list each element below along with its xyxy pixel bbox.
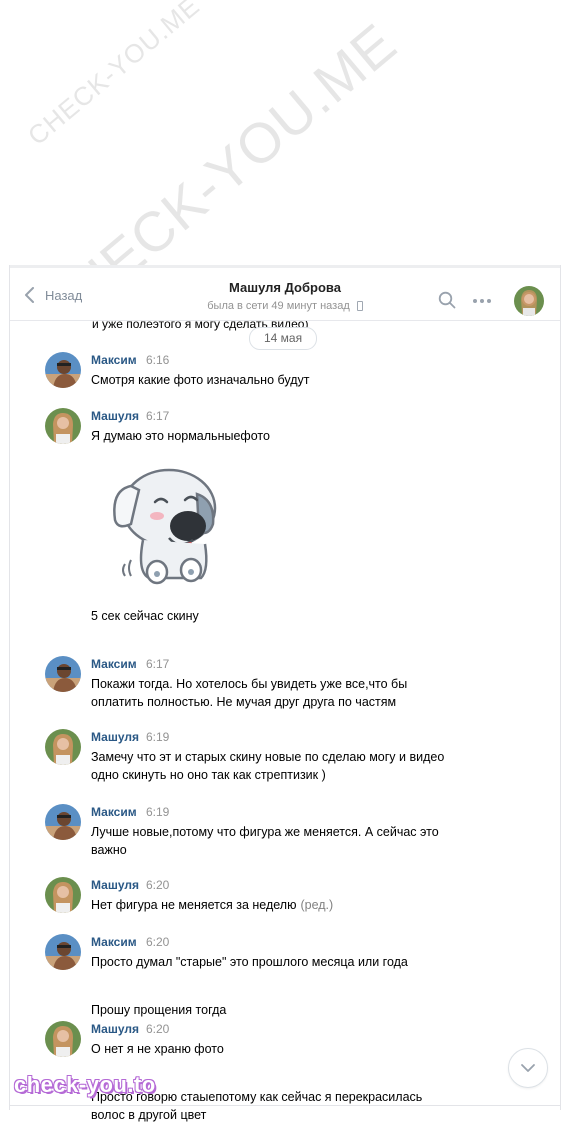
online-status-text: была в сети 49 минут назад [207, 300, 350, 312]
message-text: Просто думал "старые" это прошлого месяц… [91, 953, 491, 971]
message-time[interactable]: 6:20 [146, 935, 169, 949]
message-line: Смотря какие фото изначально будут [91, 373, 310, 387]
chevron-down-icon [521, 1064, 535, 1072]
message-time[interactable]: 6:20 [146, 878, 169, 892]
sender-avatar[interactable] [45, 877, 81, 913]
chat-header: Назад Машуля Доброва была в сети 49 мину… [10, 272, 560, 321]
edited-label[interactable]: (ред.) [300, 898, 333, 912]
message-text: Я думаю это нормальныефото [91, 427, 491, 445]
online-status: была в сети 49 минут назад [207, 300, 363, 312]
message-time[interactable]: 6:17 [146, 657, 169, 671]
message-text: волос в другой цвет [91, 1108, 207, 1122]
message-line: Я думаю это нормальныефото [91, 429, 270, 443]
message-time[interactable]: 6:19 [146, 730, 169, 744]
sender-name[interactable]: Машуля [91, 409, 139, 423]
sender-avatar[interactable] [45, 729, 81, 765]
message-line: Нет фигура не меняется за неделю (ред.) [91, 896, 491, 914]
message-line: Просто думал "старые" это прошлого месяц… [91, 955, 408, 969]
sender-name[interactable]: Максим [91, 805, 137, 819]
message-time[interactable]: 6:16 [146, 353, 169, 367]
message-text: Покажи тогда. Но хотелось бы увидеть уже… [91, 675, 491, 711]
message-text: Нет фигура не меняется за неделю (ред.) [91, 896, 491, 914]
message-line: Покажи тогда. Но хотелось бы увидеть уже… [91, 677, 408, 691]
panel-top-edge [10, 265, 560, 268]
sender-name[interactable]: Максим [91, 353, 137, 367]
message-line: Замечу что эт и старых скину новые по сд… [91, 750, 445, 764]
more-options-icon[interactable] [473, 299, 491, 303]
sender-avatar[interactable] [45, 352, 81, 388]
scroll-down-button[interactable] [508, 1048, 548, 1088]
contact-avatar[interactable] [514, 286, 544, 316]
chat-title[interactable]: Машуля Доброва [10, 280, 560, 295]
watermark-logo: check-you.to [14, 1072, 156, 1097]
message-line: важно [91, 843, 127, 857]
mobile-phone-icon [356, 301, 363, 311]
message-time[interactable]: 6:20 [146, 1022, 169, 1036]
watermark-small: CHECK-YOU.ME [22, 0, 206, 151]
message-text: О нет я не храню фото [91, 1040, 491, 1058]
sender-avatar[interactable] [45, 656, 81, 692]
chat-title-block: Машуля Доброва была в сети 49 минут наза… [10, 280, 560, 314]
message-line: оплатить полностью. Не мучая друг друга … [91, 695, 397, 709]
message-time[interactable]: 6:19 [146, 805, 169, 819]
sender-name[interactable]: Машуля [91, 878, 139, 892]
sender-avatar[interactable] [45, 934, 81, 970]
message-line: одно скинуть но оно так как стрептизик ) [91, 768, 326, 782]
date-separator: 14 мая [249, 327, 318, 350]
search-icon[interactable] [438, 291, 456, 309]
message-text: 5 сек сейчас скину [91, 609, 199, 623]
message-text: Лучше новые,потому что фигура же меняетс… [91, 823, 491, 859]
sender-avatar[interactable] [45, 408, 81, 444]
sender-name[interactable]: Машуля [91, 1022, 139, 1036]
sender-name[interactable]: Машуля [91, 730, 139, 744]
message-text: Прошу прощения тогда [91, 1003, 227, 1017]
message-line: О нет я не храню фото [91, 1042, 224, 1056]
message-text: Смотря какие фото изначально будут [91, 371, 491, 389]
sender-avatar[interactable] [45, 1021, 81, 1057]
sender-avatar[interactable] [45, 804, 81, 840]
message-line: Лучше новые,потому что фигура же меняетс… [91, 825, 439, 839]
dog-sticker[interactable] [109, 460, 227, 588]
sender-name[interactable]: Максим [91, 657, 137, 671]
sender-name[interactable]: Максим [91, 935, 137, 949]
message-time[interactable]: 6:17 [146, 409, 169, 423]
message-text: Замечу что эт и старых скину новые по сд… [91, 748, 491, 784]
message-line-text: Нет фигура не меняется за неделю [91, 898, 297, 912]
chat-panel: Назад Машуля Доброва была в сети 49 мину… [9, 265, 561, 1122]
composer-divider [9, 1105, 561, 1106]
